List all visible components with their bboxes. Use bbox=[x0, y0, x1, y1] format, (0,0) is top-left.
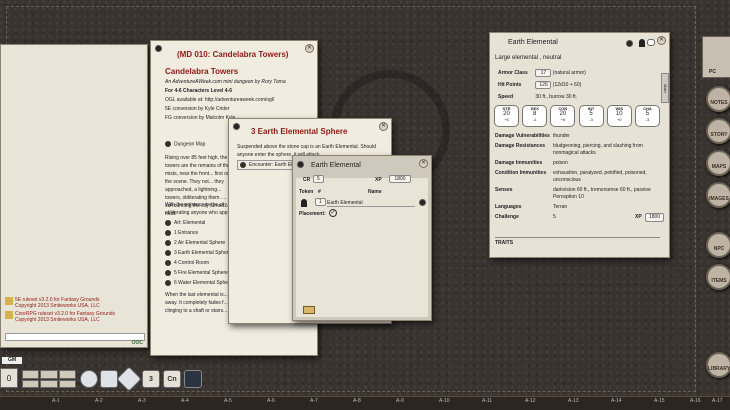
die-d6[interactable] bbox=[100, 370, 118, 388]
area-link[interactable]: 3 Earth Elemental Sphere bbox=[165, 248, 232, 258]
area-link[interactable]: Art: Elemental bbox=[165, 218, 232, 228]
encounter-xp[interactable]: 1800 bbox=[389, 175, 411, 183]
placement-label: Placement: bbox=[299, 211, 326, 217]
modifier-btn[interactable] bbox=[58, 370, 76, 379]
npc-ac-row: Armor Class 17 (natural armor) bbox=[498, 69, 586, 77]
link-icon bbox=[165, 141, 171, 147]
area-link[interactable]: 6 Water Elemental Sphere bbox=[165, 278, 232, 288]
gm-label: GM bbox=[2, 357, 22, 364]
encounter-cr-label: CR bbox=[303, 177, 311, 183]
ability-con[interactable]: CON 20 +5 bbox=[550, 105, 576, 127]
hotkey-3[interactable]: 3 bbox=[142, 370, 160, 388]
area-list: Art: Elemental 1 Entrance 2 Air Elementa… bbox=[165, 218, 232, 288]
modifier-btn[interactable] bbox=[40, 370, 58, 379]
encounter-row[interactable]: 1 Earth Elemental bbox=[299, 198, 427, 208]
chat-mode-ooc[interactable]: OOC bbox=[132, 340, 143, 346]
chat-entry-icon bbox=[5, 311, 13, 319]
token-icon[interactable] bbox=[639, 39, 645, 47]
traits-header: TRAITS bbox=[495, 237, 660, 246]
npc-window: Earth Elemental ✕ Main Large elemental ,… bbox=[489, 32, 670, 258]
area-link[interactable]: 4 Control Room bbox=[165, 258, 232, 268]
npc-speed-row: Speed 30 ft., burrow 30 ft. bbox=[498, 94, 578, 100]
ability-wis[interactable]: WIS 10 +0 bbox=[606, 105, 632, 127]
lock-icon[interactable] bbox=[233, 123, 240, 130]
link-icon[interactable] bbox=[419, 199, 426, 206]
close-button[interactable]: ✕ bbox=[379, 122, 388, 131]
sidebar-btn-images[interactable]: IMAGES bbox=[706, 182, 730, 208]
modifier-btn[interactable] bbox=[40, 379, 58, 388]
area-link[interactable]: 5 Fire Elemental Sphere bbox=[165, 268, 232, 278]
chat-icon[interactable] bbox=[647, 39, 655, 46]
area-link[interactable]: 1 Entrance bbox=[165, 228, 232, 238]
story-title: (MD 010: Candelabra Towers) bbox=[177, 50, 289, 59]
tool-icon[interactable] bbox=[184, 370, 202, 388]
hotkey-cn[interactable]: Cn bbox=[163, 370, 181, 388]
ability-dex[interactable]: DEX 8 -1 bbox=[522, 105, 548, 127]
col-num: # bbox=[318, 189, 321, 195]
lock-icon[interactable] bbox=[626, 40, 633, 47]
modifier-btn[interactable] bbox=[22, 379, 40, 388]
sidebar-btn-items[interactable]: ITEMS bbox=[706, 264, 730, 290]
npc-details: Damage Vulnerabilities thunder Damage Res… bbox=[495, 133, 665, 222]
area-link[interactable]: 2 Air Elemental Sphere bbox=[165, 238, 232, 248]
encounter-window: ✕ Earth Elemental CR 5 XP 1800 Token # N… bbox=[292, 155, 432, 321]
row-name[interactable]: Earth Elemental bbox=[327, 200, 415, 207]
sidebar-btn-maps[interactable]: MAPS bbox=[706, 150, 730, 176]
npc-hp-row: Hit Points 126 (12d10 + 60) bbox=[498, 81, 582, 89]
sidebar-tab-pc[interactable]: PC bbox=[702, 36, 730, 78]
lock-icon[interactable] bbox=[155, 45, 162, 52]
chat-entry: 5E ruleset v3.2.0 for Fantasy Grounds Cop… bbox=[5, 297, 145, 309]
modifier-btn[interactable] bbox=[58, 379, 76, 388]
sidebar-btn-notes[interactable]: NOTES bbox=[706, 86, 730, 112]
ac-field[interactable]: 17 bbox=[535, 69, 552, 77]
chat-log: 5E ruleset v3.2.0 for Fantasy Grounds Cop… bbox=[5, 297, 145, 323]
dungeon-map-link[interactable]: Dungeon Map bbox=[165, 141, 205, 147]
encounter-cr[interactable]: 5 bbox=[313, 175, 324, 183]
mail-icon[interactable] bbox=[303, 306, 315, 314]
sidebar-btn-npc[interactable]: NPC bbox=[706, 232, 730, 258]
checkmark-icon[interactable]: ✓ bbox=[329, 209, 337, 217]
story-body-2: With the entrance to the city... obliter… bbox=[165, 202, 232, 216]
row-count[interactable]: 1 bbox=[315, 198, 326, 206]
chat-entry-icon bbox=[5, 297, 13, 305]
chat-entry: CoreRPG ruleset v3.2.0 for Fantasy Groun… bbox=[5, 311, 145, 323]
hp-field[interactable]: 126 bbox=[535, 81, 552, 89]
close-button[interactable]: ✕ bbox=[305, 44, 314, 53]
sphere-title: 3 Earth Elemental Sphere bbox=[251, 127, 348, 136]
chat-window: 5E ruleset v3.2.0 for Fantasy Grounds Cop… bbox=[0, 44, 148, 348]
ability-block: STR 20 +5 DEX 8 -1 CON 20 +5 INT 5 -3 WIS 10 +0 CH… bbox=[494, 105, 660, 127]
npc-tab-main[interactable]: Main bbox=[661, 73, 669, 103]
dice-modifier-box[interactable]: 0 bbox=[0, 368, 18, 388]
close-button[interactable]: ✕ bbox=[419, 159, 428, 168]
story-heading: Candelabra Towers bbox=[165, 67, 239, 76]
encounter-xp-label: XP bbox=[375, 177, 382, 183]
col-name: Name bbox=[368, 189, 382, 195]
npc-type: Large elemental , neutral bbox=[495, 55, 562, 61]
story-body-3: When the last elemental is... away. It c… bbox=[165, 292, 233, 314]
token-icon[interactable] bbox=[301, 199, 307, 207]
modifier-btn[interactable] bbox=[22, 370, 40, 379]
encounter-title: Earth Elemental bbox=[311, 162, 361, 169]
ability-str[interactable]: STR 20 +5 bbox=[494, 105, 519, 127]
sidebar-btn-library[interactable]: LIBRARY bbox=[706, 352, 730, 378]
col-token: Token bbox=[299, 189, 314, 195]
close-button[interactable]: ✕ bbox=[657, 36, 666, 45]
modifier-buttons[interactable] bbox=[22, 370, 76, 388]
chat-input[interactable] bbox=[5, 333, 145, 341]
sidebar-btn-story[interactable]: STORY bbox=[706, 118, 730, 144]
ability-int[interactable]: INT 5 -3 bbox=[578, 105, 604, 127]
story-intro: An AdventureAWeek.com mini dungeon by Ro… bbox=[165, 79, 286, 121]
npc-title: Earth Elemental bbox=[508, 39, 558, 46]
ability-cha[interactable]: CHA 5 -3 bbox=[634, 105, 660, 127]
lock-icon[interactable] bbox=[297, 161, 304, 168]
